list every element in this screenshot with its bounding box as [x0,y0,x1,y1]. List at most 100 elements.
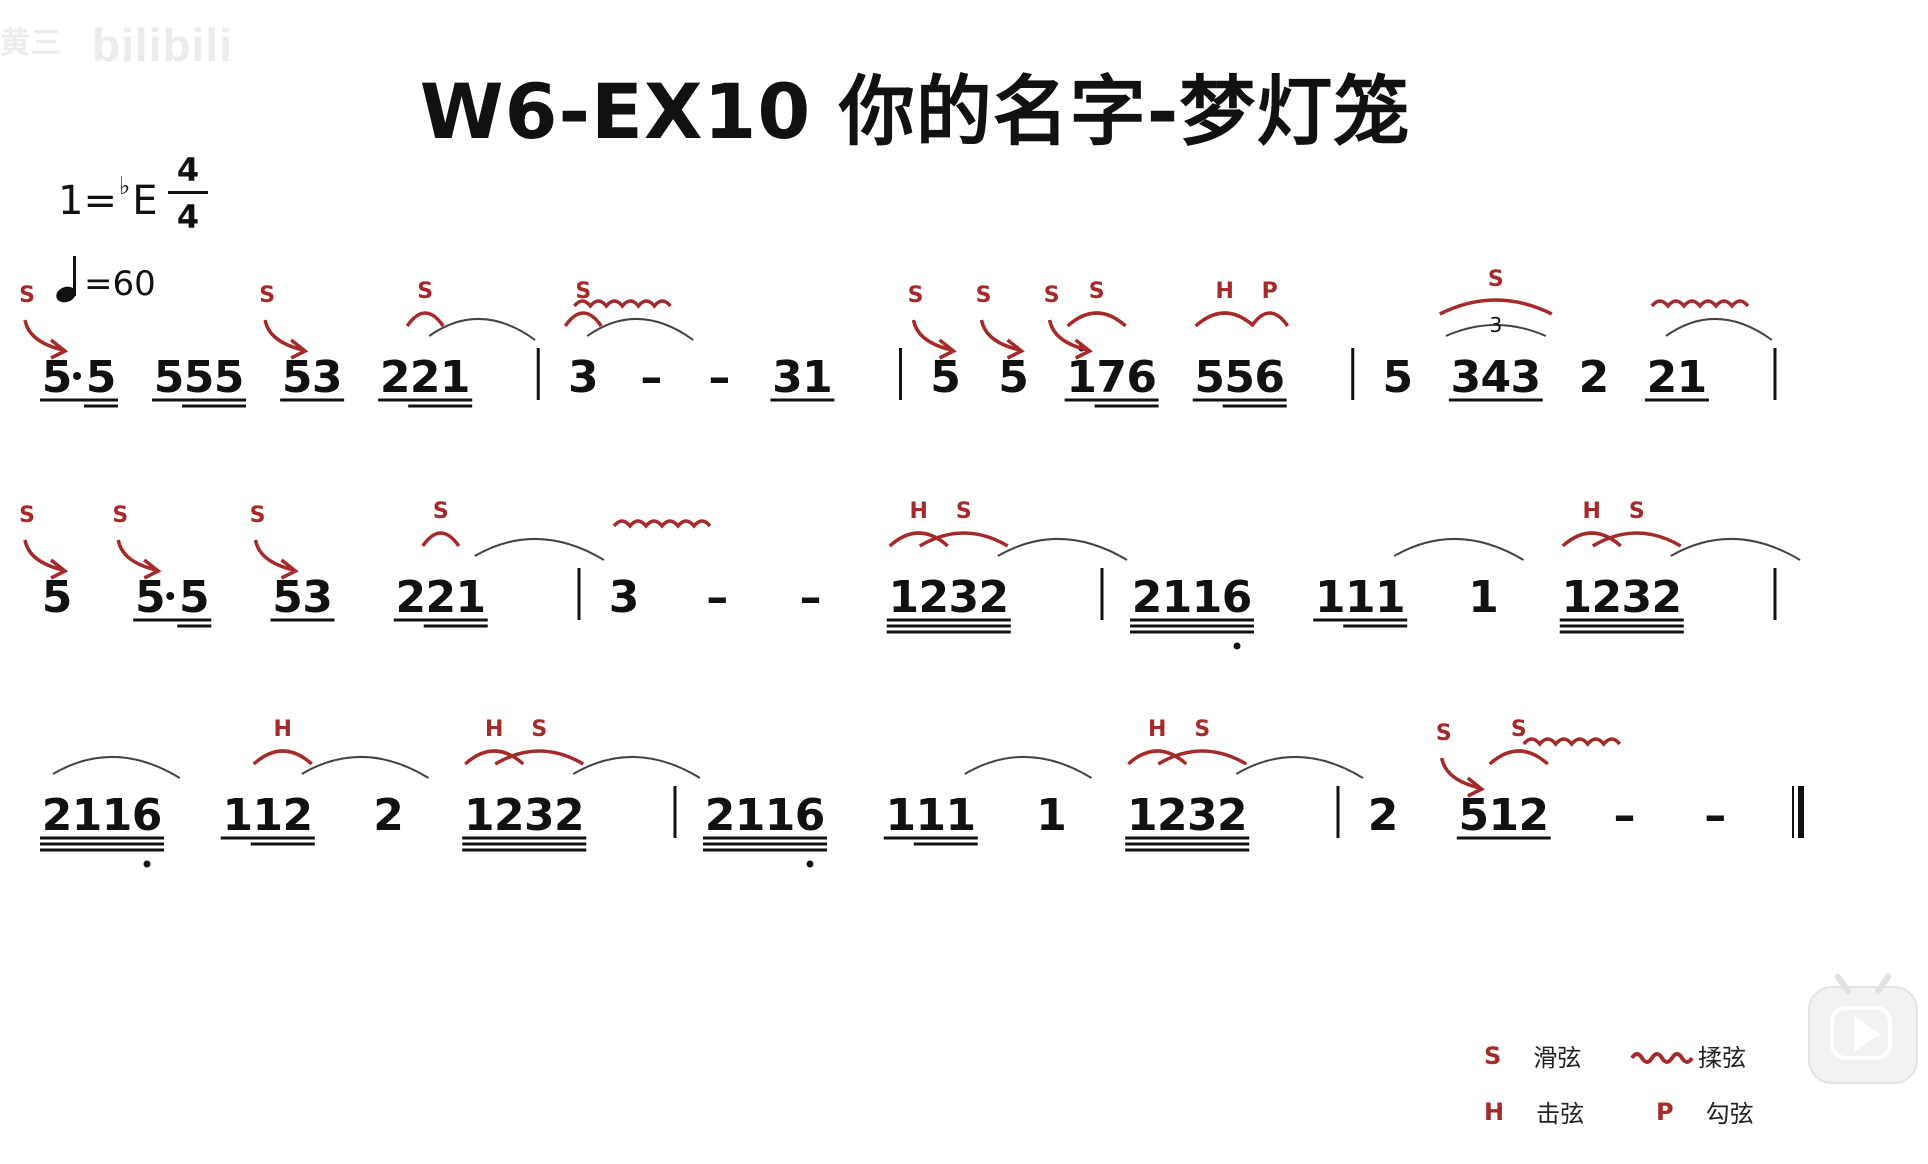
note-digit: 3 [1187,790,1218,841]
note-digit: 1 [1036,790,1067,841]
note-digit: 3 [609,572,640,623]
hammer-arc [252,749,313,766]
note-digit: 2 [425,572,456,623]
tie-slur [1235,756,1364,779]
extension-dash: – [1704,790,1726,841]
note-digit: 1 [1192,572,1223,623]
play-button[interactable] [1808,972,1918,1084]
slide-mark-label: S [908,283,924,308]
note-digit: 1 [102,790,133,841]
note-digit: 2 [1579,352,1610,403]
note-digit: 1 [888,572,919,623]
legend-slide: S 滑弦 [1484,1038,1581,1073]
extension-dash: – [800,572,822,623]
note-digit: 1 [252,790,283,841]
hammer-symbol: H [1484,1097,1505,1126]
note-digit: 2 [1157,790,1188,841]
legend-vibrato: 揉弦 [1630,1038,1746,1073]
note-digit: 5 [1382,352,1413,403]
note-digit: 5 [282,352,313,403]
slide-mark-label: S [19,283,35,308]
extension-dash: – [706,572,728,623]
note-digit: 6 [132,790,163,841]
note-digit: 1 [802,352,833,403]
technique-mark-label: H [274,717,292,742]
octave-low-dot [1233,642,1241,650]
note-digit: 2 [1651,572,1682,623]
note-digit: 6 [795,790,826,841]
tie-slur [572,756,701,779]
note-digit: 3 [1451,352,1482,403]
note-digit: 1 [455,572,486,623]
note-digit: 1 [464,790,495,841]
vibrato-wavy-icon [1650,299,1750,309]
note-digit: 5 [135,572,166,623]
note-digit: 1 [765,790,796,841]
wavy-line-icon [1630,1051,1694,1064]
extension-dash: – [708,352,730,403]
tie-slur [1665,318,1773,341]
note-digit: 5 [184,352,215,403]
hammer-arc [464,749,525,766]
tie-slur [474,538,605,561]
vibrato-wavy-icon [1522,737,1622,747]
hammer-arc [888,531,949,548]
note-digit: 1 [1066,352,1097,403]
note-digit: 1 [222,790,253,841]
slide-arc [1066,311,1127,328]
note-digit: 2 [380,352,411,403]
octave-low-dot [806,860,814,868]
tie-slur [964,756,1093,779]
note-digit: 2 [1647,352,1678,403]
technique-mark-label: S [1089,279,1105,304]
technique-mark-label: H [1215,279,1233,304]
hammer-arc [1127,749,1188,766]
note-digit: 1 [1677,352,1708,403]
note-digit: 1 [1345,572,1376,623]
octave-low-dot [143,860,151,868]
pull-arc [1250,311,1290,328]
note-digit: 1 [1488,790,1519,841]
vibrato-label: 揉弦 [1698,1044,1746,1072]
augmentation-dot [73,372,81,380]
slide-label: 滑弦 [1533,1044,1582,1072]
note-digit: 3 [1511,352,1542,403]
note-digit: 5 [998,352,1029,403]
note-digit: 2 [1132,572,1163,623]
note-digit: 2 [42,790,73,841]
note-digit: 5 [214,352,245,403]
technique-mark-label: S [1629,499,1645,524]
note-digit: 1 [1162,572,1193,623]
technique-mark-label: S [1194,717,1210,742]
slide-arc [1439,298,1553,316]
hammer-label: 击弦 [1536,1100,1585,1128]
technique-legend: S 滑弦 揉弦 H 击弦 P 勾弦 [1470,1030,1790,1140]
note-digit: 2 [410,352,441,403]
note-digit: 5 [272,572,303,623]
note-digit: 2 [1368,790,1399,841]
note-digit: 1 [1561,572,1592,623]
note-digit: 2 [918,572,949,623]
extension-dash: – [1614,790,1636,841]
note-digit: 1 [945,790,976,841]
technique-mark-label: S [417,279,433,304]
note-digit: 2 [494,790,525,841]
note-digit: 2 [554,790,585,841]
technique-mark-label: S [956,499,972,524]
technique-mark-label: H [485,717,503,742]
technique-mark-label: H [1148,717,1166,742]
technique-mark-label: S [1511,717,1527,742]
augmentation-dot [166,592,175,600]
slide-mark-label: S [112,503,128,528]
note-digit: 1 [1315,572,1346,623]
pull-symbol: P [1656,1097,1674,1126]
note-digit: 6 [1126,352,1157,403]
technique-mark-label: P [1262,279,1278,304]
slide-symbol: S [1484,1041,1502,1070]
tie-slur [997,538,1128,561]
extension-dash: – [640,352,662,403]
note-digit: 3 [772,352,803,403]
note-digit: 2 [395,572,426,623]
slide-mark-label: S [976,283,992,308]
note-digit: 3 [1621,572,1652,623]
